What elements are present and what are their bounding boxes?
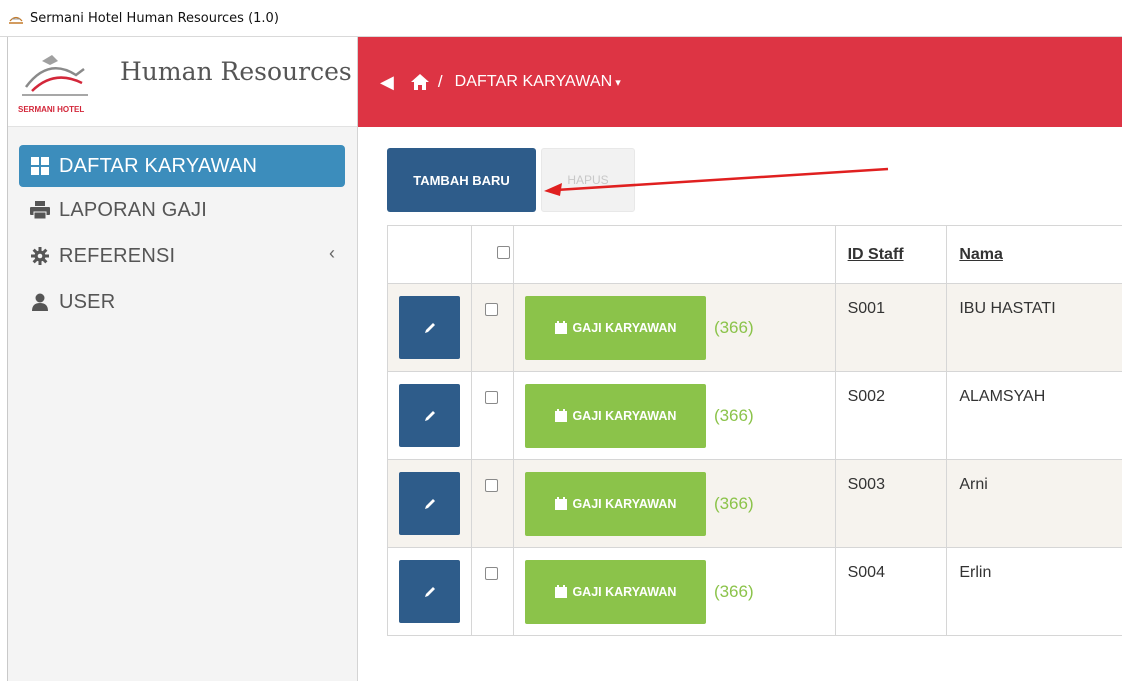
staff-name: Arni bbox=[959, 476, 988, 493]
table-row: GAJI KARYAWAN (366) S004 Erlin bbox=[387, 547, 1122, 636]
home-icon[interactable] bbox=[410, 73, 430, 91]
brand-name: Human Resources bbox=[120, 57, 352, 86]
staff-name: Erlin bbox=[959, 564, 992, 581]
breadcrumb-separator: / bbox=[437, 72, 443, 91]
sidebar: SERMANI HOTEL Human Resources DAFTAR KAR… bbox=[8, 37, 358, 681]
staff-id: S002 bbox=[847, 388, 885, 405]
caret-down-icon[interactable]: ▾ bbox=[615, 76, 621, 89]
app-icon bbox=[8, 10, 24, 26]
salary-count: (366) bbox=[713, 582, 754, 601]
table-header-row: ID Staff Nama bbox=[387, 225, 1122, 284]
logo-text: SERMANI HOTEL bbox=[18, 105, 85, 114]
calendar-icon bbox=[555, 585, 568, 598]
table-row: GAJI KARYAWAN (366) S001 IBU HASTATI bbox=[387, 283, 1122, 372]
window-frame bbox=[0, 37, 8, 681]
header-cell-edit bbox=[387, 225, 472, 284]
salary-button[interactable]: GAJI KARYAWAN bbox=[524, 472, 706, 536]
pencil-icon bbox=[424, 586, 435, 597]
sidebar-item-daftar-karyawan[interactable]: DAFTAR KARYAWAN bbox=[19, 145, 345, 187]
sidebar-toggle-icon[interactable]: ◀ bbox=[380, 72, 394, 93]
hotel-logo bbox=[18, 47, 98, 99]
edit-button[interactable] bbox=[399, 384, 460, 447]
edit-button[interactable] bbox=[399, 560, 460, 623]
sidebar-item-label: REFERENSI bbox=[59, 244, 176, 267]
sidebar-item-label: LAPORAN GAJI bbox=[59, 198, 207, 221]
calendar-icon bbox=[555, 321, 568, 334]
row-checkbox[interactable] bbox=[484, 303, 498, 316]
printer-icon bbox=[29, 200, 51, 220]
select-all-checkbox[interactable] bbox=[496, 245, 510, 259]
sidebar-nav: DAFTAR KARYAWAN LAPORAN GAJI REFERENSI ‹… bbox=[8, 127, 357, 325]
window-titlebar: Sermani Hotel Human Resources (1.0) bbox=[0, 0, 1122, 37]
salary-button[interactable]: GAJI KARYAWAN bbox=[524, 296, 706, 360]
staff-id: S003 bbox=[847, 476, 885, 493]
calendar-icon bbox=[555, 497, 568, 510]
brand: SERMANI HOTEL Human Resources bbox=[8, 37, 357, 127]
pencil-icon bbox=[424, 322, 435, 333]
header-id-staff[interactable]: ID Staff bbox=[834, 225, 948, 284]
sidebar-item-label: DAFTAR KARYAWAN bbox=[59, 154, 258, 177]
sidebar-item-laporan-gaji[interactable]: LAPORAN GAJI bbox=[19, 187, 345, 233]
edit-button[interactable] bbox=[399, 472, 460, 535]
calendar-icon bbox=[555, 409, 568, 422]
sidebar-item-user[interactable]: USER bbox=[19, 279, 345, 325]
pencil-icon bbox=[424, 498, 435, 509]
top-header: ◀ / DAFTAR KARYAWAN ▾ bbox=[358, 37, 1122, 127]
salary-count: (366) bbox=[713, 406, 754, 425]
user-icon bbox=[29, 292, 51, 312]
window-title: Sermani Hotel Human Resources (1.0) bbox=[30, 10, 279, 26]
row-checkbox[interactable] bbox=[484, 567, 498, 580]
header-cell-select bbox=[470, 225, 514, 284]
main-content: TAMBAH BARU HAPUS ID Staff Nama GAJI KAR… bbox=[358, 127, 1122, 681]
staff-name: IBU HASTATI bbox=[959, 300, 1056, 317]
table-row: GAJI KARYAWAN (366) S003 Arni bbox=[387, 459, 1122, 548]
header-cell-actions bbox=[512, 225, 836, 284]
staff-id: S004 bbox=[847, 564, 885, 581]
chevron-left-icon: ‹ bbox=[329, 243, 335, 263]
grid-icon bbox=[29, 156, 51, 176]
header-nama[interactable]: Nama bbox=[946, 225, 1122, 284]
row-checkbox[interactable] bbox=[484, 391, 498, 404]
salary-button[interactable]: GAJI KARYAWAN bbox=[524, 560, 706, 624]
annotation-arrow bbox=[544, 167, 889, 196]
sidebar-item-referensi[interactable]: REFERENSI ‹ bbox=[19, 233, 345, 279]
staff-name: ALAMSYAH bbox=[959, 388, 1046, 405]
gear-icon bbox=[29, 246, 51, 266]
edit-button[interactable] bbox=[399, 296, 460, 359]
sidebar-item-label: USER bbox=[59, 290, 116, 313]
employee-table: ID Staff Nama GAJI KARYAWAN (366) S001 IB… bbox=[387, 225, 1122, 636]
salary-count: (366) bbox=[713, 494, 754, 513]
add-new-button[interactable]: TAMBAH BARU bbox=[387, 148, 536, 212]
breadcrumb-current[interactable]: DAFTAR KARYAWAN bbox=[455, 73, 613, 91]
pencil-icon bbox=[424, 410, 435, 421]
staff-id: S001 bbox=[847, 300, 885, 317]
table-row: GAJI KARYAWAN (366) S002 ALAMSYAH bbox=[387, 371, 1122, 460]
salary-count: (366) bbox=[713, 318, 754, 337]
row-checkbox[interactable] bbox=[484, 479, 498, 492]
salary-button[interactable]: GAJI KARYAWAN bbox=[524, 384, 706, 448]
